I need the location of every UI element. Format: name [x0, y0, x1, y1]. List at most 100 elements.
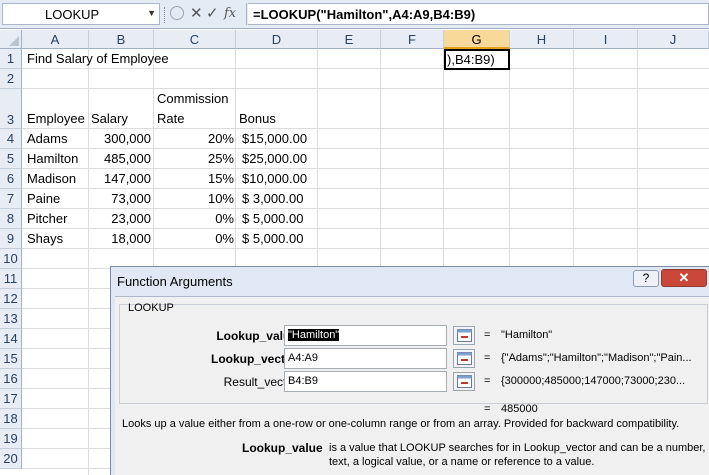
function-description: Looks up a value either from a one-row o… — [122, 418, 680, 430]
collapse-dialog-icon[interactable] — [453, 326, 475, 345]
cell-salary[interactable]: 485,000 — [89, 151, 151, 166]
arg-help-line1: is a value that LOOKUP searches for in L… — [329, 442, 706, 454]
row-header-13[interactable]: 13 — [0, 309, 22, 329]
chevron-down-icon[interactable]: ▼ — [147, 8, 156, 18]
insert-function-icon[interactable]: fx — [224, 6, 236, 21]
column-header-b[interactable]: B — [89, 30, 154, 49]
row-header-3[interactable]: 3 — [0, 89, 22, 129]
row-header-1[interactable]: 1 — [0, 49, 22, 69]
column-header-d[interactable]: D — [236, 30, 318, 49]
row-header-11[interactable]: 11 — [0, 269, 22, 289]
header-salary[interactable]: Salary — [91, 111, 128, 126]
arg-result-lookup-value: "Hamilton" — [501, 329, 553, 341]
row-header-5[interactable]: 5 — [0, 149, 22, 169]
column-header-i[interactable]: I — [574, 30, 638, 49]
gridline — [22, 148, 709, 149]
cell-salary[interactable]: 73,000 — [89, 191, 151, 206]
formula-bar-expand-icon[interactable] — [170, 6, 184, 20]
result-vector-text: B4:B9 — [288, 375, 318, 387]
cell-employee[interactable]: Pitcher — [27, 211, 67, 226]
row-header-19[interactable]: 19 — [0, 429, 22, 449]
cell-bonus[interactable]: $ 5,000.00 — [242, 211, 303, 226]
lookup-vector-input[interactable]: A4:A9 — [284, 348, 447, 369]
cell-bonus[interactable]: $15,000.00 — [242, 131, 307, 146]
formula-bar: LOOKUP ▼ ✕ ✓ fx =LOOKUP("Hamilton",A4:A9… — [0, 0, 709, 29]
close-button[interactable]: ✕ — [661, 269, 707, 287]
collapse-dialog-icon[interactable] — [453, 349, 475, 368]
gridline — [22, 188, 709, 189]
column-header-g[interactable]: G — [444, 30, 510, 49]
row-header-18[interactable]: 18 — [0, 409, 22, 429]
help-button[interactable]: ? — [633, 270, 659, 287]
arg-result-lookup-vector: {"Adams";"Hamilton";"Madison";"Pain... — [501, 352, 692, 364]
formula-input[interactable]: =LOOKUP("Hamilton",A4:A9,B4:B9) — [248, 3, 709, 25]
cell-employee[interactable]: Hamilton — [27, 151, 78, 166]
cell-bonus[interactable]: $ 5,000.00 — [242, 231, 303, 246]
cell-salary[interactable]: 147,000 — [89, 171, 151, 186]
cell-employee[interactable]: Paine — [27, 191, 60, 206]
column-header-f[interactable]: F — [381, 30, 444, 49]
header-commission[interactable]: Commission — [157, 91, 229, 106]
row-header-7[interactable]: 7 — [0, 189, 22, 209]
cell-a1-title[interactable]: Find Salary of Employee — [27, 51, 169, 66]
arg-equals: = — [484, 375, 491, 387]
gridline — [22, 208, 709, 209]
cell-rate[interactable]: 20% — [154, 131, 234, 146]
cell-bonus[interactable]: $10,000.00 — [242, 171, 307, 186]
arg-label-lookup-vector: Lookup_vector — [210, 352, 297, 366]
row-header-10[interactable]: 10 — [0, 249, 22, 269]
header-employee[interactable]: Employee — [27, 111, 85, 126]
cell-g1-text: ),B4:B9) — [447, 52, 495, 67]
cell-rate[interactable]: 0% — [154, 211, 234, 226]
column-header-c[interactable]: C — [154, 30, 236, 49]
arg-label-lookup-value: Lookup_value — [216, 329, 297, 343]
column-header-a[interactable]: A — [22, 30, 89, 49]
row-header-4[interactable]: 4 — [0, 129, 22, 149]
row-header-12[interactable]: 12 — [0, 289, 22, 309]
row-header-20[interactable]: 20 — [0, 449, 22, 469]
formula-divider — [246, 3, 247, 25]
cell-rate[interactable]: 25% — [154, 151, 234, 166]
formula-bar-splitter[interactable] — [164, 7, 166, 23]
row-header-9[interactable]: 9 — [0, 229, 22, 249]
arg-equals: = — [484, 352, 491, 364]
cell-bonus[interactable]: $25,000.00 — [242, 151, 307, 166]
cell-rate[interactable]: 15% — [154, 171, 234, 186]
cell-salary[interactable]: 300,000 — [89, 131, 151, 146]
cell-employee[interactable]: Madison — [27, 171, 76, 186]
column-header-j[interactable]: J — [638, 30, 709, 49]
name-box-value: LOOKUP — [45, 7, 100, 22]
row-header-8[interactable]: 8 — [0, 209, 22, 229]
formula-result: 485000 — [501, 403, 538, 415]
lookup-value-input[interactable]: "Hamilton" — [284, 325, 447, 346]
cancel-icon[interactable]: ✕ — [190, 4, 203, 22]
cell-g1-editing[interactable]: ),B4:B9) — [444, 49, 510, 70]
cell-salary[interactable]: 18,000 — [89, 231, 151, 246]
result-vector-input[interactable]: B4:B9 — [284, 371, 447, 392]
cell-employee[interactable]: Adams — [27, 131, 67, 146]
gridline — [88, 49, 89, 475]
row-header-6[interactable]: 6 — [0, 169, 22, 189]
header-rate[interactable]: Rate — [157, 111, 184, 126]
row-header-14[interactable]: 14 — [0, 329, 22, 349]
cell-bonus[interactable]: $ 3,000.00 — [242, 191, 303, 206]
cell-rate[interactable]: 10% — [154, 191, 234, 206]
row-header-2[interactable]: 2 — [0, 69, 22, 89]
arg-help-label: Lookup_value — [242, 441, 323, 455]
cell-employee[interactable]: Shays — [27, 231, 63, 246]
collapse-dialog-icon[interactable] — [453, 372, 475, 391]
column-header-e[interactable]: E — [318, 30, 381, 49]
name-box[interactable]: LOOKUP ▼ — [2, 3, 160, 25]
gridline — [22, 68, 709, 69]
cell-rate[interactable]: 0% — [154, 231, 234, 246]
cell-salary[interactable]: 23,000 — [89, 211, 151, 226]
column-header-h[interactable]: H — [510, 30, 574, 49]
row-header-17[interactable]: 17 — [0, 389, 22, 409]
row-header-16[interactable]: 16 — [0, 369, 22, 389]
enter-icon[interactable]: ✓ — [206, 4, 219, 22]
lookup-vector-text: A4:A9 — [288, 352, 318, 364]
gridline — [22, 168, 709, 169]
select-all-corner[interactable] — [0, 30, 22, 49]
row-header-15[interactable]: 15 — [0, 349, 22, 369]
header-bonus[interactable]: Bonus — [239, 111, 276, 126]
